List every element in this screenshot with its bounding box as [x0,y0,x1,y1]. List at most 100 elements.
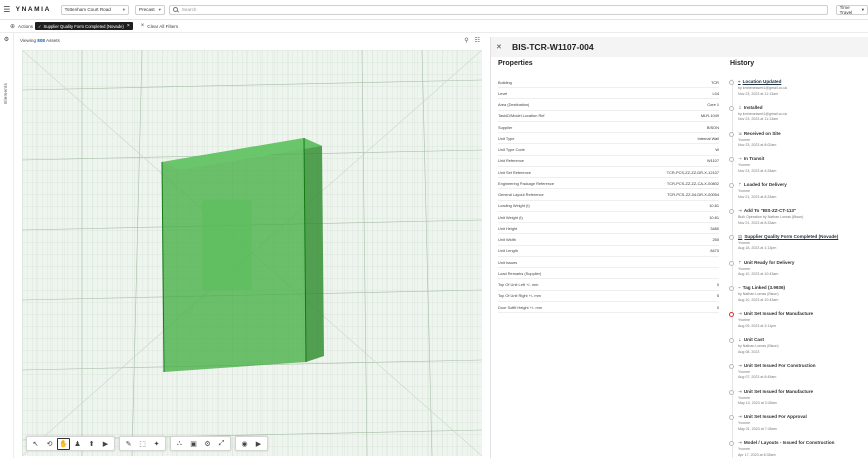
history-event-title: ⇩ Installed [738,105,763,111]
event-type-icon: ⌖ [738,79,741,84]
viewing-prefix: Viewing [20,37,37,43]
property-label: Unit Set Reference [498,169,531,175]
filter-chip-label: Supplier Quality Form Completed (Novade) [43,23,124,29]
history-event-title-text: Location Updated [742,79,782,84]
clear-filters-button[interactable]: × Clear All Filters [141,23,178,29]
event-type-icon: ⇥ [738,440,742,446]
property-label: Unit Issues [498,259,518,265]
viewer-header: Viewing 808 Assets ⚲ ☷ [20,35,482,45]
properties-section: Properties Building TCR Level L04 Area (Dest… [491,57,723,458]
settings-sliders-icon[interactable]: ⚙ [0,36,13,43]
model-viewer[interactable] [22,50,482,456]
property-value: 0 [716,282,719,287]
history-event-detail: by kmhenessert1@gmail.co.uk [738,111,788,116]
properties-icon[interactable]: ▣ [187,438,200,450]
history-event-detail: by kmhenessert1@gmail.co.uk [738,86,788,90]
property-row: Unit Length 8470 [498,246,719,257]
history-event-title[interactable]: ⌖ Location Updated [738,79,781,84]
walk-icon[interactable]: ♟ [71,438,84,450]
event-type-icon: ⌁ [738,285,741,291]
binoculars-icon[interactable]: ⚲ [464,37,468,44]
property-value: TCR-PCS-ZZ-ZZ-CA-X-00802 [666,180,719,186]
history-event-title-text: Model / Layouts - Issued for Constructio… [743,440,835,446]
history-event-title-text: Unit Set Issued for Manufacture [743,311,814,317]
list-icon[interactable]: ☷ [475,37,480,44]
property-row: Engineering Package Reference TCR-PCS-ZZ-… [498,178,719,190]
history-event-title-text: Add To "BIS-ZZ-CT-113" [743,208,797,213]
menu-icon[interactable]: ☰ [0,0,14,20]
history-event-title-text: In Transit [743,156,765,162]
check-icon: ✓ [38,23,42,29]
elements-tab[interactable]: Elements [3,83,8,104]
history-event-detail: May 01, 2023 at 7:45am [738,426,777,431]
property-row: Supplier BISON [498,122,719,133]
history-event-detail: by Nathan Lomas (Bison) [738,344,779,348]
timeline-dot [729,415,734,421]
measure-icon[interactable]: ✎ [122,438,135,450]
history-event-title-text: Supplier Quality Form Completed (Novade) [744,233,839,239]
property-row: Top Of Unit Left +/- mm 0 [498,280,719,291]
close-icon[interactable]: ✕ [496,43,506,51]
section-icon[interactable]: ⬚ [136,438,149,450]
time-travel-select[interactable]: Time Travel ▾ [835,4,868,15]
history-event-title: ⇥ Unit Set Issued For Approval [738,414,807,420]
property-row: Building TCR [498,77,719,88]
settings-icon[interactable]: ⚙ [201,438,214,450]
timeline-dot [729,312,734,318]
history-event-title[interactable]: ▤ Supplier Quality Form Completed (Novade… [738,234,838,240]
history-event-title-text: Tag Linked (3.9936) [742,285,786,291]
event-type-icon: ▤ [738,233,743,239]
history-event-detail: Aug 07, 2023 at 8:45am [738,375,777,380]
properties-heading: Properties [498,60,533,67]
wireframe-model [22,50,482,456]
eye-icon[interactable]: ◉ [238,438,251,450]
property-row: TaskID/Model Location Ref MLR-1049 [498,111,719,122]
event-type-icon: ⇥ [738,208,742,213]
property-label: Unit Reference [498,158,524,164]
event-type-icon: ⇥ [738,388,742,394]
timeline-dot [729,260,734,266]
history-event-title-text: Unit Set Issued For Construction [743,362,816,368]
asset-count[interactable]: 808 [37,38,45,43]
pan-hand-icon[interactable]: ✋ [57,437,70,450]
event-type-icon: ⇡ [738,259,742,265]
structure-icon[interactable]: ⛬ [173,438,186,450]
history-event-detail: by Nathan Lomas (Bison) [738,292,779,297]
close-icon[interactable]: × [127,23,130,29]
timeline-dot [729,389,734,395]
history-event-detail: Nov 21, 2023 at 8:33am [738,220,777,225]
category-select[interactable]: Precast ▾ [135,4,165,15]
app-logo: YNAMIA [15,6,51,13]
property-value: W [715,147,719,152]
select-cursor-icon[interactable]: ↖ [29,438,42,450]
property-row: Loading Weight (t) 10.81 [498,201,719,212]
history-event-title: ⇥ Unit Set Issued for Manufacture [738,389,813,395]
play-icon[interactable]: ▶ [252,438,265,450]
history-event-title: ⇥ Unit Set Issued For Construction [738,363,816,369]
history-event-detail: Nov 21, 2023 at 8:33am [738,194,777,199]
explode-icon[interactable]: ✦ [150,438,163,450]
property-value: 10.81 [709,203,719,209]
event-type-icon: ⇡ [738,182,742,188]
filter-chip[interactable]: ✓ Supplier Quality Form Completed (Novad… [35,22,133,30]
history-event-detail: Nov 23, 2023 at 8:02am [738,143,777,148]
chevron-down-icon: ▾ [122,6,126,12]
property-label: Unit Height [498,225,518,231]
fullscreen-icon[interactable]: ⤢ [215,438,228,450]
project-select[interactable]: Tottenham Court Road ▾ [60,4,130,15]
property-row: Unit Weight (t) 10.81 [498,212,719,223]
property-row: Top Of Unit Right +/- mm 5 [498,291,719,302]
actions-button[interactable]: ⊕ Actions [10,23,34,30]
history-event-detail: Nov 23, 2023 at 11:13am [738,91,779,96]
property-value: 3480 [710,225,719,231]
property-value: BISON [706,124,719,130]
property-label: Unit Type [498,135,515,141]
orbit-icon[interactable]: ⟲ [43,438,56,450]
search-input[interactable]: Search [168,4,828,15]
property-label: Load Remarks (Supplier) [498,270,542,276]
property-label: Unit Weight (t) [498,214,523,220]
person-icon[interactable]: ⬆ [85,438,98,450]
camera-icon[interactable]: ▶ [99,438,112,450]
left-rail: ⚙ Elements [0,33,14,458]
property-label: Top Of Unit Left +/- mm [498,282,539,287]
